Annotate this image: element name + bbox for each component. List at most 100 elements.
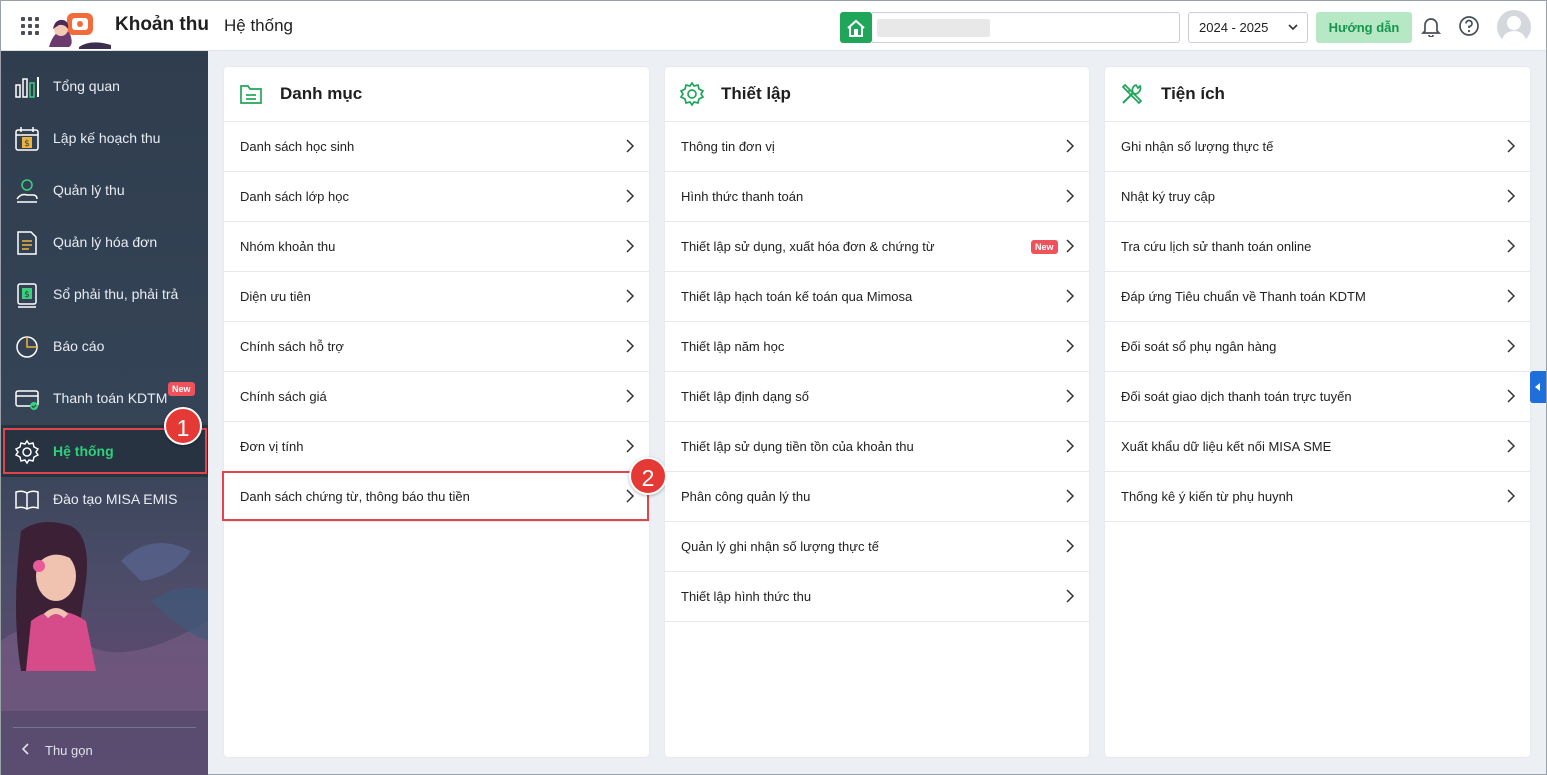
- list-item-label: Thiết lập sử dụng tiền tồn của khoản thu: [681, 439, 914, 454]
- school-year-value: 2024 - 2025: [1199, 20, 1269, 35]
- chevron-right-icon: [626, 339, 635, 353]
- sidebar-item-invoice[interactable]: Quản lý hóa đơn: [1, 216, 208, 268]
- sidebar-item-label: Sổ phải thu, phải trả: [53, 286, 179, 302]
- chevron-right-icon: [1507, 389, 1516, 403]
- list-item-label: Chính sách giá: [240, 389, 327, 404]
- list-item[interactable]: Hình thức thanh toán: [665, 172, 1089, 222]
- card-check-icon: [15, 390, 39, 410]
- list-item-label: Thiết lập hạch toán kế toán qua Mimosa: [681, 289, 913, 304]
- list-item[interactable]: Thiết lập hạch toán kế toán qua Mimosa: [665, 272, 1089, 322]
- list-item[interactable]: Thống kê ý kiến từ phụ huynh: [1105, 472, 1530, 522]
- chevron-right-icon: [626, 189, 635, 203]
- list-item[interactable]: Thiết lập định dạng số: [665, 372, 1089, 422]
- list-item[interactable]: Nhật ký truy cập: [1105, 172, 1530, 222]
- list-item-label: Chính sách hỗ trợ: [240, 339, 344, 354]
- chevron-down-icon: [1288, 24, 1298, 31]
- list-item[interactable]: Đối soát giao dịch thanh toán trực tuyến: [1105, 372, 1530, 422]
- sidebar-item-label: Quản lý hóa đơn: [53, 234, 158, 250]
- panel-title: Thiết lập: [721, 84, 791, 103]
- list-item-label: Thiết lập hình thức thu: [681, 589, 812, 604]
- list-item[interactable]: Thiết lập năm học: [665, 322, 1089, 372]
- sidebar-item-training[interactable]: Đào tạo MISA EMIS: [1, 473, 208, 525]
- user-avatar[interactable]: [1497, 10, 1531, 44]
- app-grid-icon[interactable]: [21, 17, 39, 35]
- panel-header: Thiết lập: [665, 67, 1089, 122]
- sidebar-item-collect[interactable]: Quản lý thu: [1, 164, 208, 216]
- chevron-right-icon: [626, 489, 635, 503]
- sidebar-item-plan[interactable]: $ Lập kế hoạch thu: [1, 112, 208, 164]
- list-item[interactable]: Xuất khẩu dữ liệu kết nối MISA SME: [1105, 422, 1530, 472]
- list-item-label: Ghi nhận số lượng thực tế: [1121, 139, 1274, 154]
- svg-text:$: $: [24, 139, 30, 149]
- sidebar: Tổng quan $ Lập kế hoạch thu Quản lý thu…: [1, 51, 208, 775]
- book-icon: [15, 490, 39, 510]
- list-item[interactable]: Thiết lập sử dụng tiền tồn của khoản thu: [665, 422, 1089, 472]
- list-item[interactable]: Ghi nhận số lượng thực tế: [1105, 122, 1530, 172]
- chevron-right-icon: [1507, 489, 1516, 503]
- school-unit-field[interactable]: [872, 12, 1180, 43]
- sidebar-item-label: Thanh toán KDTM: [53, 390, 168, 406]
- list-item-label: Đối soát giao dịch thanh toán trực tuyến: [1121, 389, 1352, 404]
- list-item-voucher-list[interactable]: Danh sách chứng từ, thông báo thu tiền: [224, 472, 649, 522]
- sidebar-item-label: Tổng quan: [53, 78, 120, 94]
- right-panel-toggle[interactable]: [1530, 371, 1546, 403]
- panel-title: Tiện ích: [1161, 84, 1225, 103]
- list-item[interactable]: Chính sách giá: [224, 372, 649, 422]
- school-year-select[interactable]: 2024 - 2025: [1188, 12, 1308, 43]
- sidebar-item-label: Quản lý thu: [53, 182, 125, 198]
- chevron-right-icon: [1066, 189, 1075, 203]
- sidebar-item-overview[interactable]: Tổng quan: [1, 60, 208, 112]
- sidebar-item-report[interactable]: Báo cáo: [1, 320, 208, 372]
- chevron-right-icon: [1507, 289, 1516, 303]
- collapse-label: Thu gọn: [45, 743, 93, 758]
- step-1-marker: 1: [164, 407, 202, 445]
- chevron-right-icon: [626, 439, 635, 453]
- sidebar-divider: [13, 727, 196, 728]
- list-item[interactable]: Diện ưu tiên: [224, 272, 649, 322]
- list-item-label: Đối soát sổ phụ ngân hàng: [1121, 339, 1277, 354]
- panel-header: Tiện ích: [1105, 67, 1530, 122]
- chevron-right-icon: [1507, 339, 1516, 353]
- sidebar-item-label: Lập kế hoạch thu: [53, 130, 161, 146]
- list-item[interactable]: Đơn vị tính: [224, 422, 649, 472]
- help-icon[interactable]: [1458, 15, 1480, 37]
- list-item[interactable]: Phân công quản lý thu: [665, 472, 1089, 522]
- chevron-right-icon: [1066, 339, 1075, 353]
- list-item[interactable]: Đối soát sổ phụ ngân hàng: [1105, 322, 1530, 372]
- sidebar-item-ledger[interactable]: $ Sổ phải thu, phải trả: [1, 268, 208, 320]
- new-badge: New: [1031, 240, 1058, 254]
- school-home-icon[interactable]: [840, 12, 872, 43]
- chevron-right-icon: [1066, 489, 1075, 503]
- list-item[interactable]: Chính sách hỗ trợ: [224, 322, 649, 372]
- list-item[interactable]: Nhóm khoản thu: [224, 222, 649, 272]
- list-item-label: Thông tin đơn vị: [681, 139, 775, 154]
- list-item[interactable]: Danh sách lớp học: [224, 172, 649, 222]
- top-header: Khoản thu Hệ thống 2024 - 2025 Hướng dẫn: [1, 1, 1546, 51]
- caret-left-icon: [1535, 383, 1540, 391]
- panel-catalog: Danh mục Danh sách học sinh Danh sách lớ…: [222, 67, 649, 757]
- list-item[interactable]: Thiết lập hình thức thu: [665, 572, 1089, 622]
- panel-header: Danh mục: [224, 67, 649, 122]
- list-item[interactable]: Thông tin đơn vị: [665, 122, 1089, 172]
- list-item-label: Thiết lập định dạng số: [681, 389, 809, 404]
- list-item[interactable]: Thiết lập sử dụng, xuất hóa đơn & chứng …: [665, 222, 1089, 272]
- chevron-right-icon: [1066, 589, 1075, 603]
- ledger-icon: $: [17, 283, 37, 308]
- list-item[interactable]: Danh sách học sinh: [224, 122, 649, 172]
- gear-icon: [679, 81, 705, 107]
- list-item[interactable]: Quản lý ghi nhận số lượng thực tế: [665, 522, 1089, 572]
- guide-button[interactable]: Hướng dẫn: [1316, 12, 1412, 43]
- list-item[interactable]: Tra cứu lịch sử thanh toán online: [1105, 222, 1530, 272]
- panel-settings: Thiết lập Thông tin đơn vị Hình thức tha…: [665, 67, 1089, 757]
- chevron-right-icon: [1507, 139, 1516, 153]
- list-item-label: Thiết lập sử dụng, xuất hóa đơn & chứng …: [681, 239, 935, 254]
- chevron-right-icon: [1507, 439, 1516, 453]
- bell-icon[interactable]: [1420, 15, 1442, 37]
- list-item-label: Danh sách học sinh: [240, 139, 355, 154]
- sidebar-item-label: Báo cáo: [53, 338, 105, 354]
- list-item-label: Thiết lập năm học: [681, 339, 785, 354]
- coin-hand-icon: [16, 179, 38, 203]
- list-item[interactable]: Đáp ứng Tiêu chuẩn về Thanh toán KDTM: [1105, 272, 1530, 322]
- list-item-label: Thống kê ý kiến từ phụ huynh: [1121, 489, 1294, 504]
- list-item-label: Đáp ứng Tiêu chuẩn về Thanh toán KDTM: [1121, 289, 1366, 304]
